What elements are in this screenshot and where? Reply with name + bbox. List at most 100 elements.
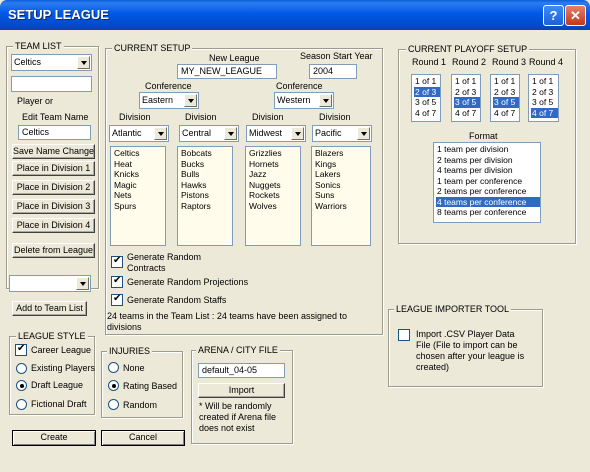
draft-league-radio[interactable]: [16, 380, 27, 391]
injuries-random-radio[interactable]: [108, 399, 119, 410]
list-item[interactable]: Pistons: [180, 190, 232, 201]
list-item[interactable]: Raptors: [180, 201, 232, 212]
list-item[interactable]: Jazz: [248, 169, 300, 180]
list-item[interactable]: 4 of 7: [454, 108, 480, 119]
cancel-button[interactable]: Cancel: [101, 430, 185, 446]
list-item[interactable]: 3 of 5: [454, 97, 480, 108]
list-item[interactable]: 3 of 5: [531, 97, 558, 108]
list-item[interactable]: Nuggets: [248, 180, 300, 191]
list-item[interactable]: Lakers: [314, 169, 370, 180]
round-1-list[interactable]: 1 of 1 2 of 3 3 of 5 4 of 7: [411, 74, 441, 122]
list-item[interactable]: 1 of 1: [531, 76, 558, 87]
list-item[interactable]: Hornets: [248, 159, 300, 170]
list-item[interactable]: 2 teams per division: [436, 155, 540, 166]
list-item[interactable]: Warriors: [314, 201, 370, 212]
list-item[interactable]: Rockets: [248, 190, 300, 201]
list-item[interactable]: Heat: [113, 159, 165, 170]
list-item[interactable]: 4 of 7: [493, 108, 519, 119]
place-division-3-button[interactable]: Place in Division 3: [12, 199, 95, 214]
list-item[interactable]: 2 of 3: [414, 86, 440, 97]
delete-from-league-button[interactable]: Delete from League: [12, 243, 95, 258]
conference-west-select[interactable]: Western: [274, 92, 334, 109]
list-item[interactable]: Sonics: [314, 180, 370, 191]
division-3-team-list[interactable]: Grizzlies Hornets Jazz Nuggets Rockets W…: [245, 146, 301, 246]
chevron-down-icon[interactable]: [184, 94, 197, 107]
place-division-2-button[interactable]: Place in Division 2: [12, 180, 95, 195]
chevron-down-icon[interactable]: [291, 127, 304, 140]
create-button[interactable]: Create: [12, 430, 96, 446]
list-item[interactable]: 1 team per conference: [436, 176, 540, 187]
chevron-down-icon[interactable]: [319, 94, 332, 107]
list-item[interactable]: Spurs: [113, 201, 165, 212]
list-item[interactable]: Knicks: [113, 169, 165, 180]
list-item[interactable]: 2 teams per conference: [436, 186, 540, 197]
list-item[interactable]: 2 of 3: [493, 87, 519, 98]
division-3-select[interactable]: Midwest: [246, 125, 306, 142]
round-3-list[interactable]: 1 of 1 2 of 3 3 of 5 4 of 7: [490, 74, 520, 122]
fictional-draft-radio[interactable]: [16, 399, 27, 410]
chevron-down-icon[interactable]: [77, 56, 90, 69]
division-2-select[interactable]: Central: [179, 125, 239, 142]
season-start-field[interactable]: 2004: [309, 64, 357, 79]
list-item[interactable]: 8 teams per conference: [436, 207, 540, 218]
list-item[interactable]: 1 of 1: [454, 76, 480, 87]
list-item[interactable]: 4 teams per division: [436, 165, 540, 176]
list-item[interactable]: Blazers: [314, 148, 370, 159]
division-1-team-list[interactable]: Celtics Heat Knicks Magic Nets Spurs: [110, 146, 166, 246]
list-item[interactable]: Grizzlies: [248, 148, 300, 159]
arena-file-field[interactable]: default_04-05: [198, 363, 285, 378]
close-button[interactable]: ✕: [565, 5, 586, 26]
chevron-down-icon[interactable]: [76, 277, 89, 290]
list-item[interactable]: Celtics: [113, 148, 165, 159]
import-csv-checkbox[interactable]: [398, 329, 410, 341]
existing-players-radio[interactable]: [16, 363, 27, 374]
playoff-format-list[interactable]: 1 team per division 2 teams per division…: [433, 142, 541, 223]
list-item[interactable]: 2 of 3: [454, 87, 480, 98]
list-item[interactable]: 4 of 7: [531, 107, 558, 118]
round-2-list[interactable]: 1 of 1 2 of 3 3 of 5 4 of 7: [451, 74, 481, 122]
add-to-team-list-button[interactable]: Add to Team List: [12, 301, 87, 316]
injuries-rating-based-radio[interactable]: [108, 380, 119, 391]
list-item[interactable]: Nets: [113, 190, 165, 201]
division-4-team-list[interactable]: Blazers Kings Lakers Sonics Suns Warrior…: [311, 146, 371, 246]
player-or-team-input[interactable]: [11, 76, 92, 92]
random-projections-checkbox[interactable]: [111, 275, 123, 288]
team-select[interactable]: Celtics: [11, 54, 92, 71]
list-item[interactable]: Kings: [314, 159, 370, 170]
division-4-select[interactable]: Pacific: [312, 125, 372, 142]
place-division-4-button[interactable]: Place in Division 4: [12, 218, 95, 233]
help-button[interactable]: ?: [543, 5, 564, 26]
chevron-down-icon[interactable]: [224, 127, 237, 140]
list-item[interactable]: 1 team per division: [436, 144, 540, 155]
random-contracts-checkbox[interactable]: [111, 255, 123, 268]
conference-east-select[interactable]: Eastern: [139, 92, 199, 109]
place-division-1-button[interactable]: Place in Division 1: [12, 161, 95, 176]
list-item[interactable]: Bucks: [180, 159, 232, 170]
list-item[interactable]: 3 of 5: [414, 97, 440, 108]
list-item[interactable]: 1 of 1: [493, 76, 519, 87]
list-item[interactable]: Magic: [113, 180, 165, 191]
import-button[interactable]: Import: [198, 383, 285, 398]
division-2-team-list[interactable]: Bobcats Bucks Bulls Hawks Pistons Raptor…: [177, 146, 233, 246]
career-league-checkbox[interactable]: [15, 343, 27, 356]
new-league-field[interactable]: MY_NEW_LEAGUE: [177, 64, 277, 79]
list-item[interactable]: 4 of 7: [414, 108, 440, 119]
chevron-down-icon[interactable]: [357, 127, 370, 140]
round-4-list[interactable]: 1 of 1 2 of 3 3 of 5 4 of 7: [528, 74, 559, 122]
chevron-down-icon[interactable]: [154, 127, 167, 140]
add-team-select[interactable]: [9, 275, 91, 292]
list-item[interactable]: Bulls: [180, 169, 232, 180]
division-1-select[interactable]: Atlantic: [109, 125, 169, 142]
list-item[interactable]: Wolves: [248, 201, 300, 212]
list-item[interactable]: 2 of 3: [531, 87, 558, 98]
random-staffs-checkbox[interactable]: [111, 293, 123, 306]
injuries-none-radio[interactable]: [108, 362, 119, 373]
list-item[interactable]: Bobcats: [180, 148, 232, 159]
list-item[interactable]: Suns: [314, 190, 370, 201]
list-item[interactable]: 1 of 1: [414, 76, 440, 87]
list-item[interactable]: 3 of 5: [493, 97, 519, 108]
list-item[interactable]: Hawks: [180, 180, 232, 191]
team-name-field[interactable]: Celtics: [18, 125, 91, 140]
list-item[interactable]: 4 teams per conference: [436, 196, 540, 207]
save-name-change-button[interactable]: Save Name Change: [12, 144, 95, 159]
